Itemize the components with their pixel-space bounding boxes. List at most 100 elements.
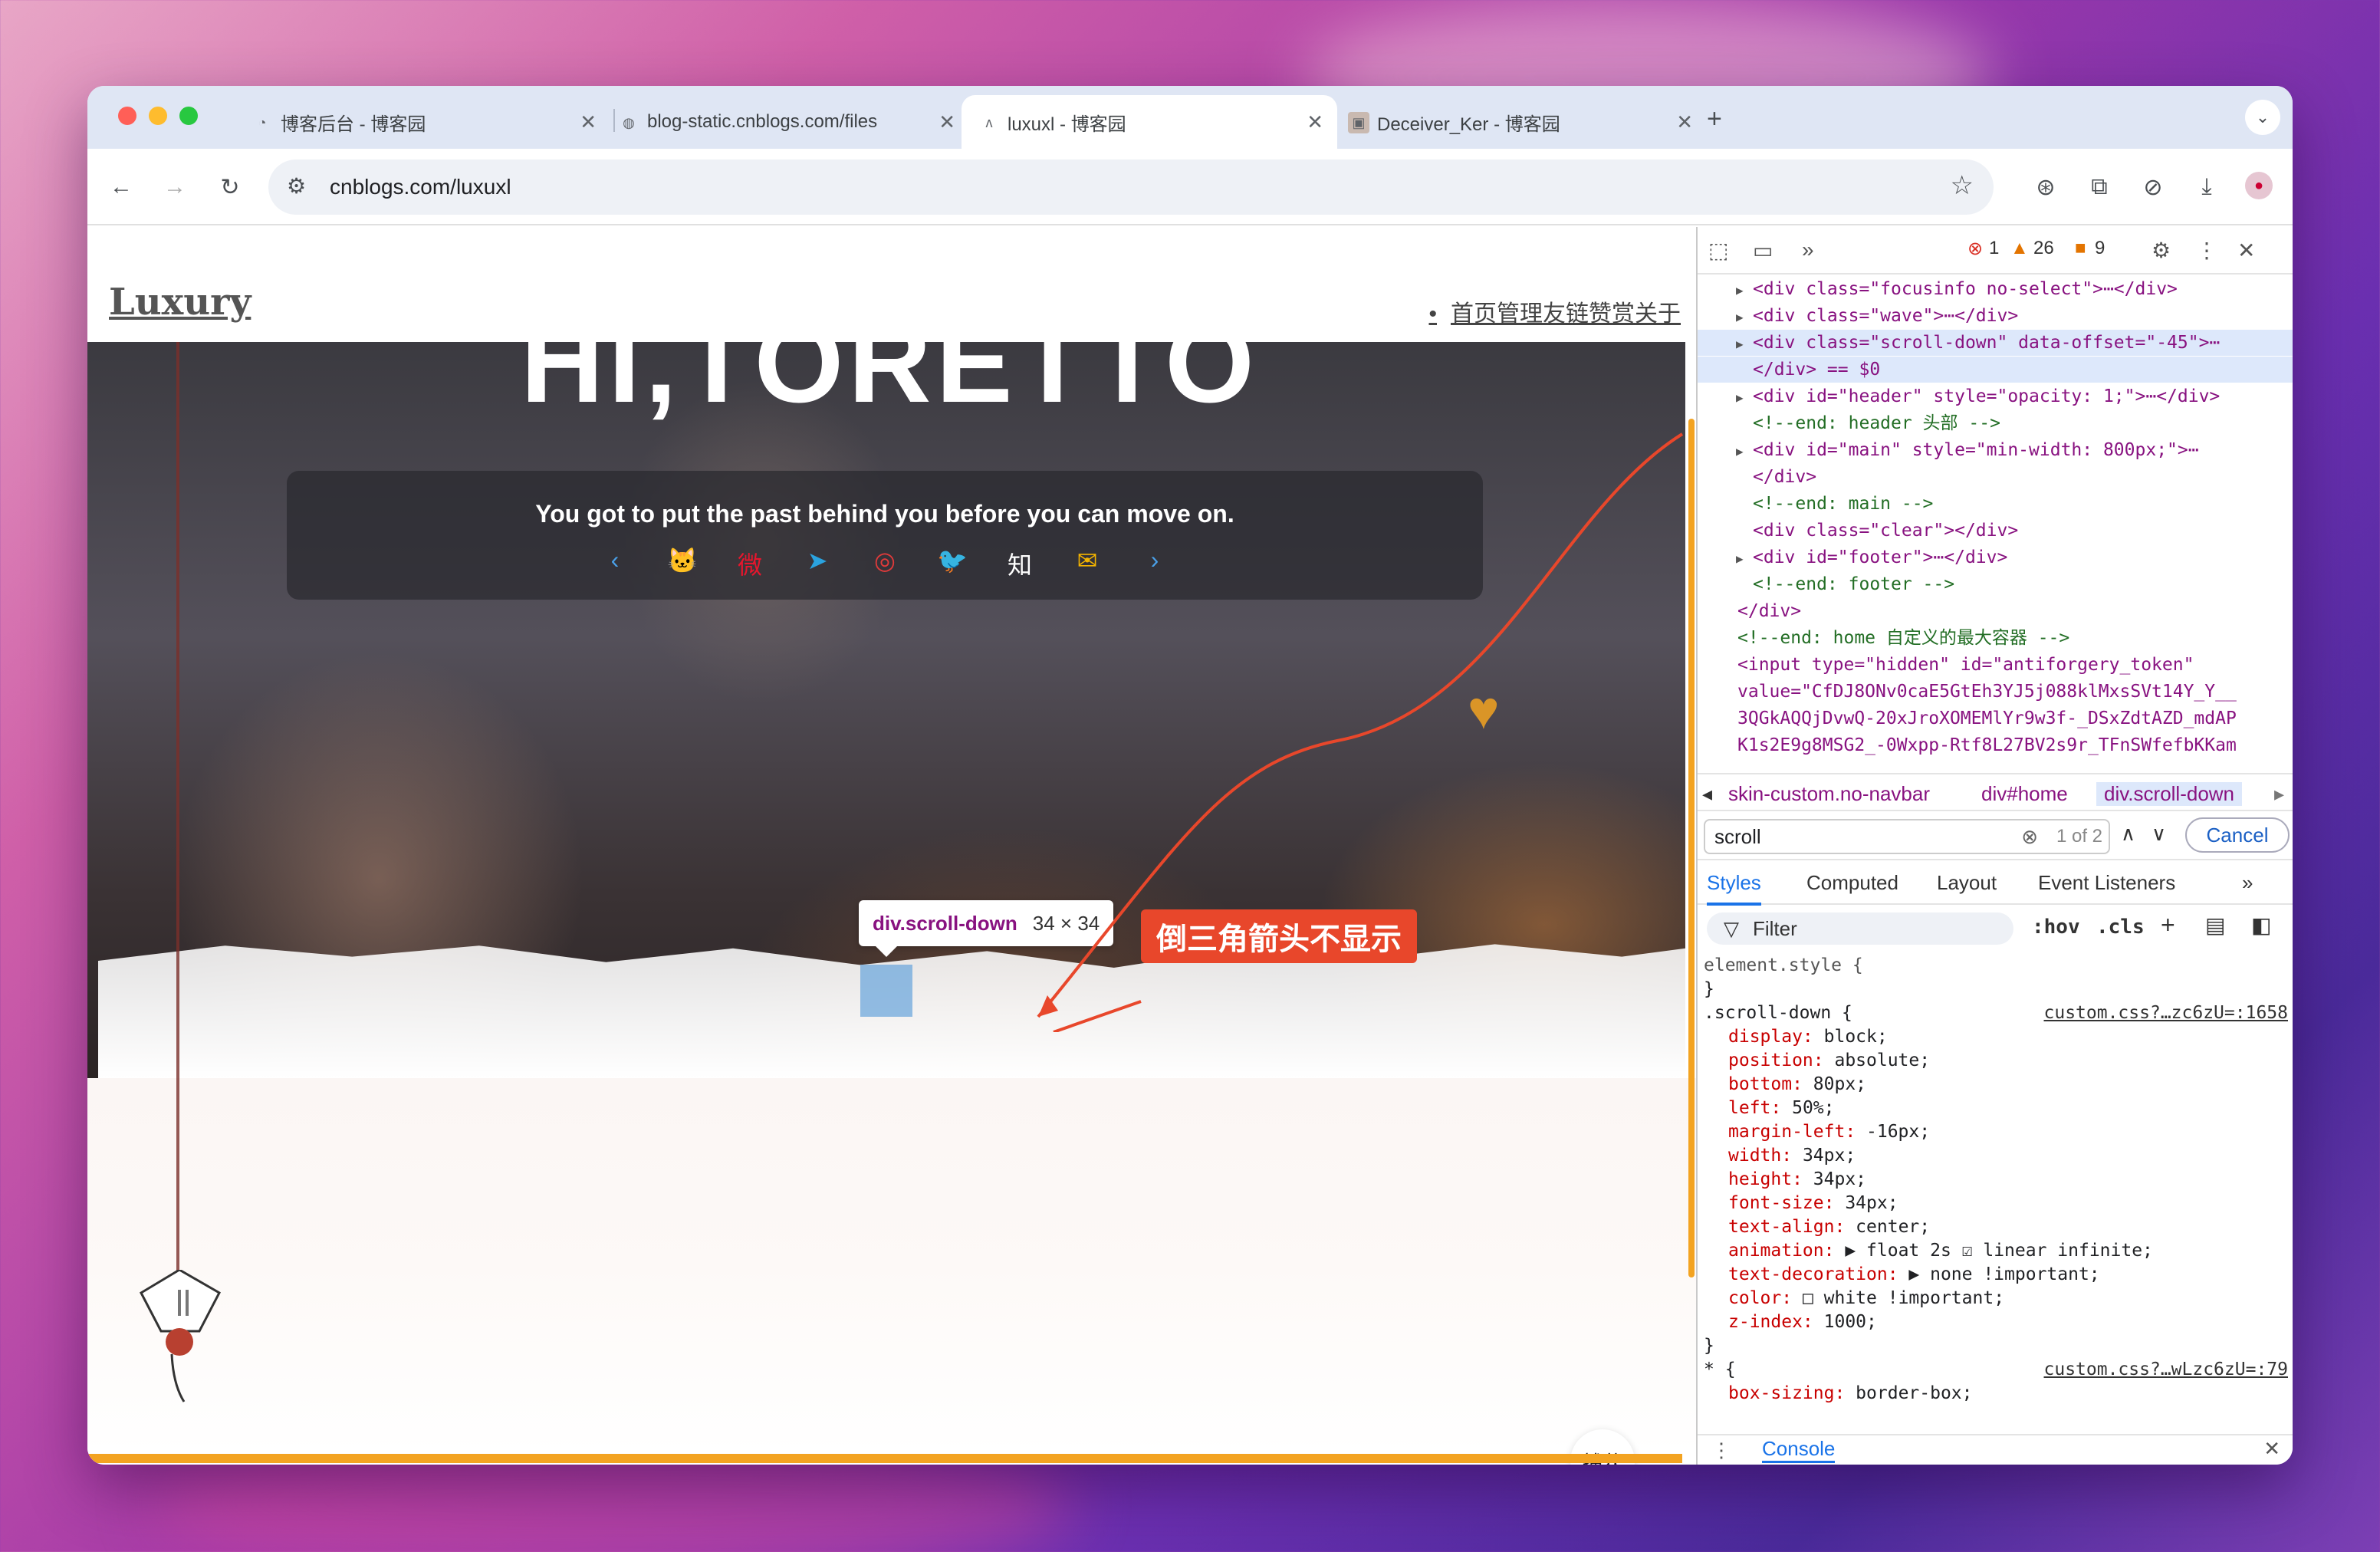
css-declaration[interactable]: width: 34px; [1698, 1144, 2293, 1168]
close-icon[interactable]: ✕ [939, 110, 955, 134]
search-cancel-button[interactable]: Cancel [2185, 817, 2290, 853]
search-next-icon[interactable]: ∨ [2152, 822, 2166, 846]
css-declaration[interactable]: text-decoration: ▶ none !important; [1698, 1263, 2293, 1287]
dom-node[interactable]: <!--end: main --> [1698, 491, 2293, 517]
twitter-icon[interactable]: 🐦 [935, 546, 969, 581]
dom-node[interactable]: <input type="hidden" id="antiforgery_tok… [1698, 652, 2293, 678]
netease-music-icon[interactable]: ◎ [868, 546, 902, 581]
close-icon[interactable]: ✕ [1307, 110, 1323, 134]
dom-node[interactable]: ▶ <div class="wave">⋯</div> [1698, 303, 2293, 329]
drawer-menu-icon[interactable]: ⋮ [1711, 1439, 1731, 1462]
tab-event-listeners[interactable]: Event Listeners [2038, 871, 2175, 895]
css-declaration[interactable]: display: block; [1698, 1025, 2293, 1049]
tab-blog-admin[interactable]: ◔ 博客后台 - 博客园 ✕ [235, 95, 610, 149]
back-icon[interactable]: ← [106, 172, 136, 202]
css-declaration[interactable]: left: 50%; [1698, 1097, 2293, 1120]
css-declaration[interactable]: position: absolute; [1698, 1049, 2293, 1073]
close-drawer-icon[interactable]: ✕ [2263, 1437, 2280, 1461]
clear-search-icon[interactable]: ⊗ [2021, 820, 2038, 853]
expand-triangle-icon[interactable]: ▶ [1736, 439, 1753, 465]
github-icon[interactable]: 🐱 [666, 546, 699, 581]
dom-node[interactable]: <!--end: footer --> [1698, 571, 2293, 597]
css-source-link[interactable]: custom.css?…wLzc6zU=:79 [2044, 1358, 2289, 1382]
css-declaration[interactable]: text-align: center; [1698, 1215, 2293, 1239]
weibo-icon[interactable]: 微 [733, 546, 767, 581]
page-scrollbar[interactable] [1688, 419, 1695, 1277]
dom-node[interactable]: </div> [1698, 464, 2293, 490]
bookmark-star-icon[interactable]: ☆ [1951, 170, 1974, 201]
dom-search-input[interactable]: scroll ⊗ 1 of 2 [1704, 819, 2110, 854]
css-declaration[interactable]: bottom: 80px; [1698, 1073, 2293, 1097]
dom-node[interactable]: ▶ <div id="header" style="opacity: 1;">⋯<… [1698, 383, 2293, 409]
forward-icon[interactable]: → [159, 172, 190, 202]
dom-node[interactable]: <!--end: home 自定义的最大容器 --> [1698, 625, 2293, 651]
css-rule-selector[interactable]: element.style { [1698, 954, 2293, 978]
expand-triangle-icon[interactable]: ▶ [1736, 546, 1753, 572]
more-tabs-icon[interactable]: » [2242, 871, 2253, 895]
dom-node[interactable]: ▶ <div class="scroll-down" data-offset="-… [1698, 330, 2293, 356]
close-window-button[interactable] [118, 107, 136, 125]
css-declaration[interactable]: animation: ▶ float 2s ☑ linear infinite; [1698, 1239, 2293, 1263]
dom-node[interactable]: 3QGkAQQjDvwQ-20xJroXOMEMlYr9w3f-_DSxZdtA… [1698, 705, 2293, 732]
new-rule-icon[interactable]: + [2161, 911, 2175, 939]
reload-icon[interactable]: ↻ [215, 172, 245, 202]
error-icon[interactable]: ⊗ [1967, 238, 1983, 260]
css-declaration[interactable]: font-size: 34px; [1698, 1192, 2293, 1215]
crumb-home[interactable]: div#home [1981, 782, 2068, 806]
address-bar[interactable]: ⚙ cnblogs.com/luxuxl ☆ [268, 159, 1994, 215]
dom-node[interactable]: </div> [1698, 598, 2293, 624]
devtools-menu-icon[interactable]: ⋮ [2196, 238, 2217, 263]
dom-node[interactable]: ▶ <div id="footer">⋯</div> [1698, 544, 2293, 570]
settings-gear-icon[interactable]: ⚙ [2152, 238, 2171, 263]
close-icon[interactable]: ✕ [580, 110, 597, 134]
error-count[interactable]: 1 [1989, 238, 1999, 259]
dom-node[interactable]: <div class="clear"></div> [1698, 518, 2293, 544]
dom-node[interactable]: <!--end: header 头部 --> [1698, 410, 2293, 436]
dom-node[interactable]: ▶ <div class="focusinfo no-select">⋯</div… [1698, 276, 2293, 302]
download-icon[interactable]: ⤓ [2191, 172, 2222, 202]
puzzle-icon[interactable]: ⧉ [2084, 172, 2115, 202]
close-icon[interactable]: ✕ [1676, 110, 1693, 134]
dom-node[interactable]: value="CfDJ8ONv0caE5GtEh3YJ5j088klMxsSVt… [1698, 679, 2293, 705]
tab-luxuxl[interactable]: ᴧ luxuxl - 博客园 ✕ [962, 95, 1337, 149]
close-devtools-icon[interactable]: ✕ [2237, 238, 2255, 263]
css-declaration[interactable]: margin-left: -16px; [1698, 1120, 2293, 1144]
tab-blog-static[interactable]: ◍ blog-static.cnblogs.com/files ✕ [601, 95, 969, 149]
issues-icon[interactable]: ■ [2075, 238, 2086, 259]
dom-node[interactable]: K1s2E9g8MSG2_-0Wxpp-Rtf8L27BV2s9r_TFnSWf… [1698, 732, 2293, 758]
tab-layout[interactable]: Layout [1937, 871, 1997, 895]
dom-node[interactable]: ▶ <div id="main" style="min-width: 800px;… [1698, 437, 2293, 463]
extension-icon[interactable]: ⊛ [2030, 172, 2061, 202]
prev-arrow-icon[interactable]: ‹ [598, 546, 632, 581]
css-source-link[interactable]: custom.css?…zc6zU=:1658 [2044, 1001, 2289, 1025]
cat-pendant-icon[interactable] [126, 1268, 233, 1408]
dom-tree[interactable]: ▶ <div class="focusinfo no-select">⋯</div… [1698, 276, 2293, 771]
new-tab-button[interactable]: + [1707, 104, 1722, 134]
expand-triangle-icon[interactable]: ▶ [1736, 331, 1753, 357]
tab-search-button[interactable]: ⌄ [2245, 100, 2280, 135]
css-rule-selector[interactable]: } [1698, 978, 2293, 1001]
tab-computed[interactable]: Computed [1806, 871, 1898, 895]
site-info-icon[interactable]: ⚙ [287, 173, 306, 199]
paint-brush-icon[interactable]: ▤ [2205, 912, 2225, 938]
css-rule-selector[interactable]: } [1698, 1334, 2293, 1358]
warning-count[interactable]: 26 [2033, 238, 2054, 259]
tab-deceiver-ker[interactable]: ▣ Deceiver_Ker - 博客园 ✕ [1331, 95, 1707, 149]
css-rule-selector[interactable]: .scroll-down {custom.css?…zc6zU=:1658 [1698, 1001, 2293, 1025]
toggle-sidebar-icon[interactable]: ◧ [2251, 912, 2271, 938]
crumb-scroll-left-icon[interactable]: ◂ [1702, 782, 1712, 806]
profile-avatar[interactable]: ● [2245, 172, 2273, 199]
crumb-scroll-right-icon[interactable]: ▸ [2274, 782, 2284, 806]
css-declaration[interactable]: z-index: 1000; [1698, 1310, 2293, 1334]
site-logo[interactable]: Luxury [109, 281, 251, 324]
styles-filter-input[interactable]: ▽ Filter [1707, 912, 2013, 945]
maximize-window-button[interactable] [179, 107, 198, 125]
styles-rules[interactable]: element.style {} .scroll-down {custom.css… [1698, 951, 2293, 1434]
device-toolbar-icon[interactable]: ▭ [1753, 238, 1773, 263]
minimize-window-button[interactable] [149, 107, 167, 125]
cls-toggle[interactable]: .cls [2096, 916, 2145, 939]
expand-triangle-icon[interactable]: ▶ [1736, 304, 1753, 330]
crumb-body[interactable]: skin-custom.no-navbar [1728, 782, 1930, 806]
more-panels-icon[interactable]: » [1802, 238, 1814, 262]
expand-triangle-icon[interactable]: ▶ [1736, 385, 1753, 411]
